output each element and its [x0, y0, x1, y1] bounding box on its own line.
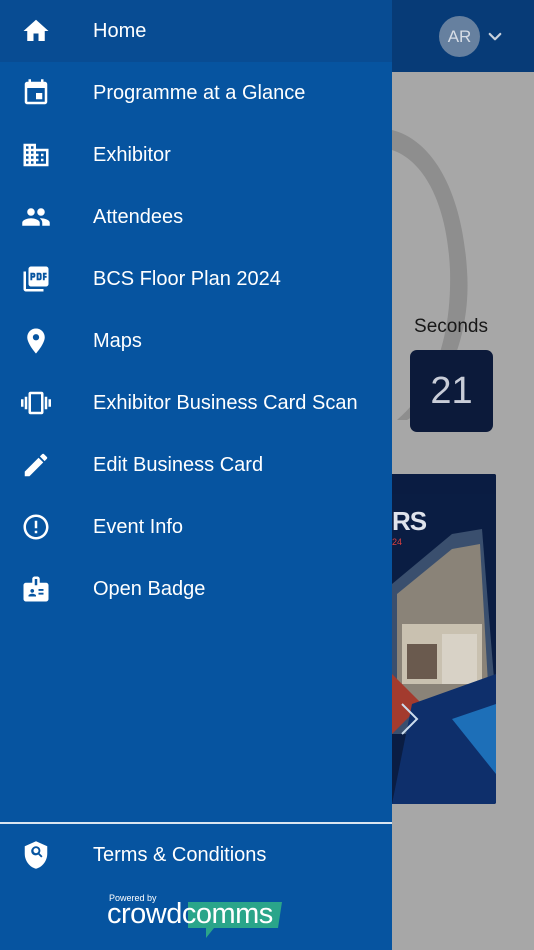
menu-item-label: Exhibitor	[93, 143, 171, 166]
badge-icon	[20, 573, 52, 605]
menu-item-label: Programme at a Glance	[93, 81, 306, 104]
menu-item-event-info[interactable]: Event Info	[0, 496, 392, 558]
menu-item-open-badge[interactable]: Open Badge	[0, 558, 392, 620]
menu-item-label: Home	[93, 19, 147, 42]
menu-item-terms[interactable]: Terms & Conditions	[0, 824, 392, 886]
menu-item-label: Attendees	[93, 205, 184, 228]
poster-title-fragment: RS	[392, 506, 427, 536]
people-icon	[20, 201, 52, 233]
pencil-icon	[20, 449, 52, 481]
calendar-icon	[20, 77, 52, 109]
pdf-icon	[20, 263, 52, 295]
poster-year-fragment: 24	[392, 537, 403, 547]
menu-item-label: BCS Floor Plan 2024	[93, 267, 281, 290]
terms-label: Terms & Conditions	[93, 843, 267, 866]
menu-item-label: Exhibitor Business Card Scan	[93, 391, 358, 414]
crowdcomms-logo: crowdcomms	[107, 898, 273, 931]
menu-item-maps[interactable]: Maps	[0, 310, 392, 372]
chevron-down-icon[interactable]	[486, 28, 504, 46]
building-icon	[20, 139, 52, 171]
shield-search-icon	[20, 839, 52, 871]
user-avatar[interactable]: AR	[439, 16, 480, 57]
countdown-seconds-label: Seconds	[414, 316, 488, 337]
brand-part-comms: comms	[181, 898, 273, 930]
menu-item-programme[interactable]: Programme at a Glance	[0, 62, 392, 124]
home-icon	[20, 15, 52, 47]
menu-item-label: Maps	[93, 329, 142, 352]
menu-item-label: Edit Business Card	[93, 453, 264, 476]
menu-item-floor-plan[interactable]: BCS Floor Plan 2024	[0, 248, 392, 310]
menu-item-label: Open Badge	[93, 577, 206, 600]
menu-item-exhibitor[interactable]: Exhibitor	[0, 124, 392, 186]
map-pin-icon	[20, 325, 52, 357]
countdown-seconds-value: 21	[410, 350, 493, 432]
menu-item-attendees[interactable]: Attendees	[0, 186, 392, 248]
info-circle-icon	[20, 511, 52, 543]
phone-vibrate-icon	[20, 387, 52, 419]
navigation-drawer: Home Programme at a Glance Exhibitor Att…	[0, 0, 392, 950]
menu-item-card-scan[interactable]: Exhibitor Business Card Scan	[0, 372, 392, 434]
brand-part-crowd: crowd	[107, 898, 182, 930]
menu-item-home[interactable]: Home	[0, 0, 392, 62]
menu-item-edit-card[interactable]: Edit Business Card	[0, 434, 392, 496]
menu-item-label: Event Info	[93, 515, 184, 538]
